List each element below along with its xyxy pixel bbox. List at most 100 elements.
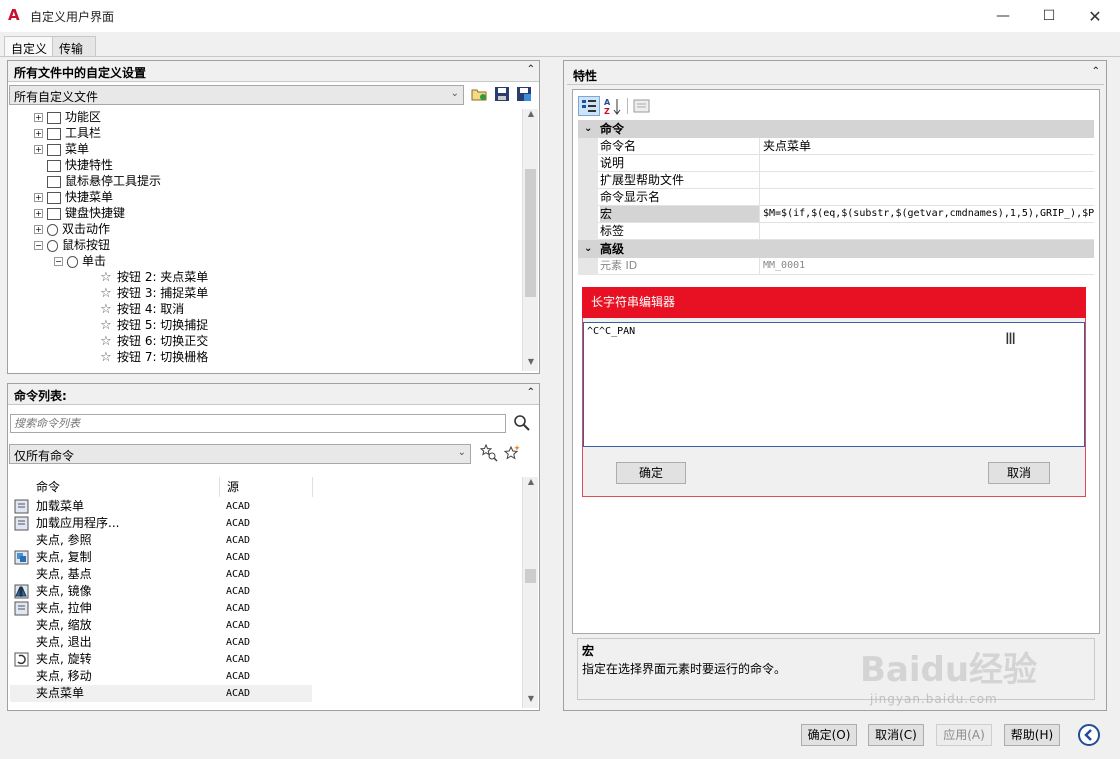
find-command-icon[interactable] — [479, 443, 498, 462]
property-row-description[interactable]: 说明 — [578, 155, 1094, 172]
property-name: 元素 ID — [600, 259, 638, 272]
scroll-down-icon[interactable]: ▼ — [523, 694, 539, 708]
category-label: 高级 — [600, 242, 625, 256]
tree-item-label: 单击 — [82, 254, 107, 268]
command-name: 加载菜单 — [36, 499, 85, 513]
app-icon — [14, 516, 29, 531]
cancel-button[interactable]: 取消(C) — [868, 724, 924, 746]
property-row-element-id[interactable]: 元素 ID MM_0001 — [578, 258, 1094, 275]
tree-item-shortcut-menus[interactable]: + 快捷菜单 — [34, 189, 113, 205]
command-name: 夹点, 旋转 — [36, 652, 92, 666]
tree-item-keyboard-shortcuts[interactable]: + 键盘快捷键 — [34, 205, 125, 221]
command-row[interactable]: 夹点, 拉伸 ACAD — [10, 600, 312, 617]
command-row[interactable]: 夹点, 参照 ACAD — [10, 532, 312, 549]
category-label: 命令 — [600, 122, 625, 136]
property-row-tags[interactable]: 标签 — [578, 223, 1094, 240]
expand-icon[interactable]: + — [34, 129, 43, 138]
property-row-display-name[interactable]: 命令显示名 — [578, 189, 1094, 206]
expand-icon[interactable]: + — [34, 145, 43, 154]
collapse-icon[interactable]: ⌃ — [1092, 66, 1100, 77]
collapse-icon[interactable]: − — [54, 257, 63, 266]
open-file-icon[interactable] — [471, 86, 487, 102]
command-row[interactable]: 夹点, 退出 ACAD — [10, 634, 312, 651]
categorized-icon[interactable] — [578, 96, 600, 116]
property-row-command-name[interactable]: 命令名 夹点菜单 — [578, 138, 1094, 155]
tree-item-click[interactable]: − 单击 — [54, 253, 106, 269]
property-row-macro[interactable]: 宏 $M=$(if,$(eq,$(substr,$(getvar,cmdnames… — [578, 206, 1094, 223]
row-gutter — [578, 223, 598, 240]
tree-item-button-5[interactable]: ☆ 按钮 5: 切换捕捉 — [86, 317, 208, 333]
expand-icon[interactable]: + — [34, 209, 43, 218]
tree-item-ribbon[interactable]: + 功能区 — [34, 109, 101, 125]
command-row[interactable]: 加载菜单 ACAD — [10, 498, 312, 515]
close-button[interactable]: ✕ — [1072, 0, 1118, 32]
collapse-icon[interactable]: ⌃ — [527, 387, 535, 398]
row-gutter — [578, 189, 598, 206]
save-as-icon[interactable] — [516, 86, 532, 102]
apply-button[interactable]: 应用(A) — [936, 724, 992, 746]
column-header-command[interactable]: 命令 — [10, 477, 220, 497]
tree-item-button-6[interactable]: ☆ 按钮 6: 切换正交 — [86, 333, 208, 349]
command-row[interactable]: 夹点, 复制 ACAD — [10, 549, 312, 566]
title-bar: A 自定义用户界面 — ☐ ✕ — [0, 0, 1120, 32]
command-row[interactable]: 加载应用程序... ACAD — [10, 515, 312, 532]
expand-icon[interactable]: + — [34, 193, 43, 202]
customization-file-dropdown[interactable]: 所有自定义文件 ⌄ — [9, 85, 464, 105]
scroll-down-icon[interactable]: ▼ — [523, 357, 539, 371]
ok-button[interactable]: 确定(O) — [801, 724, 857, 746]
command-row[interactable]: 夹点, 镜像 ACAD — [10, 583, 312, 600]
expand-icon[interactable]: + — [34, 225, 43, 234]
scroll-up-icon[interactable]: ▲ — [523, 109, 539, 123]
category-advanced[interactable]: ⌄ 高级 — [578, 240, 1094, 258]
command-row[interactable]: 夹点, 旋转 ACAD — [10, 651, 312, 668]
tree-item-label: 菜单 — [65, 142, 90, 156]
expand-icon[interactable]: + — [34, 113, 43, 122]
scroll-up-icon[interactable]: ▲ — [523, 477, 539, 491]
tree-item-menus[interactable]: + 菜单 — [34, 141, 89, 157]
toolbars-icon — [47, 127, 61, 140]
command-row[interactable]: 夹点, 缩放 ACAD — [10, 617, 312, 634]
tree-item-toolbars[interactable]: + 工具栏 — [34, 125, 101, 141]
command-filter-dropdown[interactable]: 仅所有命令 ⌄ — [9, 444, 471, 464]
alphabetical-sort-icon[interactable]: AZ — [603, 96, 623, 116]
tree-item-quick-properties[interactable]: 快捷特性 — [34, 157, 113, 173]
command-filter-value: 仅所有命令 — [14, 449, 75, 463]
row-gutter — [578, 155, 598, 172]
tab-customize[interactable]: 自定义 — [4, 36, 55, 56]
command-row[interactable]: 夹点, 移动 ACAD — [10, 668, 312, 685]
property-name: 命令名 — [600, 139, 637, 153]
collapse-icon[interactable]: ⌃ — [527, 64, 535, 75]
editor-cancel-button[interactable]: 取消 — [988, 462, 1050, 484]
tab-transfer[interactable]: 传输 — [52, 36, 96, 56]
tree-item-button-2[interactable]: ☆ 按钮 2: 夹点菜单 — [86, 269, 208, 285]
star-icon: ☆ — [100, 301, 112, 317]
property-pages-icon[interactable] — [633, 98, 651, 114]
help-button[interactable]: 帮助(H) — [1004, 724, 1060, 746]
tree-item-mouse-buttons[interactable]: − 鼠标按钮 — [34, 237, 110, 253]
save-icon[interactable] — [494, 86, 510, 102]
property-row-help-file[interactable]: 扩展型帮助文件 — [578, 172, 1094, 189]
tree-item-rollover-tooltips[interactable]: 鼠标悬停工具提示 — [34, 173, 161, 189]
tree-item-label: 按钮 6: 切换正交 — [117, 334, 209, 348]
chevron-down-icon: ⌄ — [457, 447, 466, 458]
command-scroll-thumb[interactable] — [525, 569, 536, 583]
tree-item-button-3[interactable]: ☆ 按钮 3: 捕捉菜单 — [86, 285, 208, 301]
editor-ok-button[interactable]: 确定 — [616, 462, 686, 484]
tree-scroll-thumb[interactable] — [525, 169, 536, 297]
tree-item-button-7[interactable]: ☆ 按钮 7: 切换栅格 — [86, 349, 208, 365]
command-search-input[interactable] — [10, 414, 506, 433]
collapse-icon[interactable]: − — [34, 241, 43, 250]
tree-scrollbar[interactable]: ▲ ▼ — [522, 109, 538, 371]
tree-item-double-click-actions[interactable]: + 双击动作 — [34, 221, 110, 237]
tree-item-button-4[interactable]: ☆ 按钮 4: 取消 — [86, 301, 184, 317]
search-icon[interactable] — [513, 414, 531, 432]
new-command-icon[interactable] — [503, 444, 521, 462]
category-command[interactable]: ⌄ 命令 — [578, 120, 1094, 138]
command-scrollbar[interactable]: ▲ ▼ — [522, 477, 538, 708]
maximize-button[interactable]: ☐ — [1026, 0, 1072, 32]
command-row[interactable]: 夹点菜单 ACAD — [10, 685, 312, 702]
column-header-source[interactable]: 源 — [221, 477, 313, 497]
minimize-button[interactable]: — — [980, 0, 1026, 32]
collapse-panel-icon[interactable] — [1077, 723, 1101, 747]
command-row[interactable]: 夹点, 基点 ACAD — [10, 566, 312, 583]
